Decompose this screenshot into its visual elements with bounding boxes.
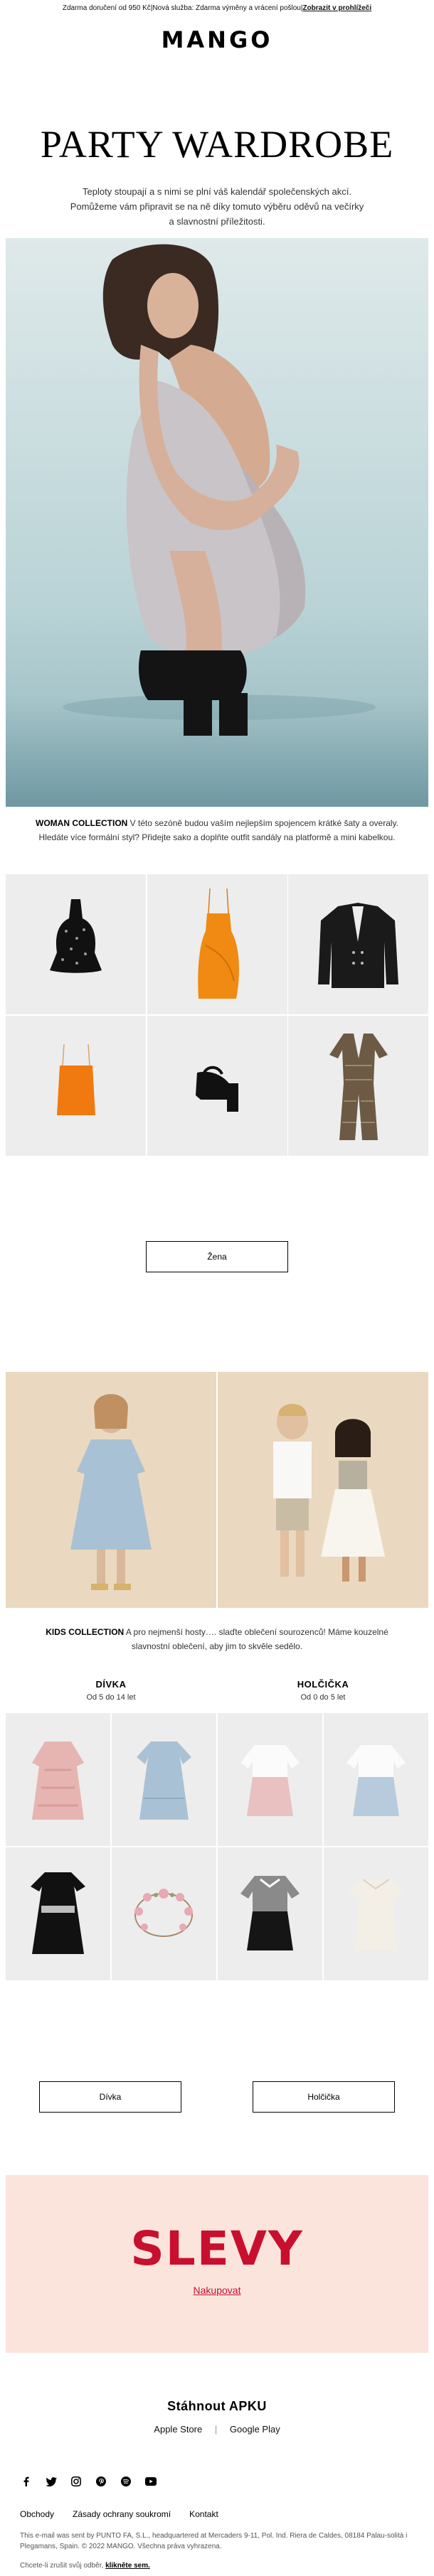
- woman-product-grid: [6, 874, 428, 1156]
- unsubscribe-link[interactable]: klikněte sem.: [105, 2562, 150, 2570]
- woman-button[interactable]: Žena: [146, 1241, 288, 1272]
- free-shipping-text: Zdarma doručení od 950 Kč: [62, 4, 151, 12]
- woman-collection-text: WOMAN COLLECTION V této sezóně budou vaš…: [36, 818, 398, 842]
- footer-links: Obchody Zásady ochrany soukromí Kontakt: [20, 2509, 218, 2519]
- product-orange-cami[interactable]: [6, 1015, 146, 1156]
- product-black-sash-dress[interactable]: [6, 1847, 110, 1980]
- mango-logo[interactable]: MANGO: [0, 26, 434, 53]
- product-checked-black-dress[interactable]: [218, 1847, 322, 1980]
- app-title: Stáhnout APKU: [167, 2399, 267, 2413]
- baby-product-grid: [218, 1713, 428, 1980]
- facebook-icon[interactable]: [20, 2475, 33, 2488]
- kids-photo-girl[interactable]: [6, 1372, 216, 1608]
- instagram-icon[interactable]: [70, 2475, 83, 2488]
- pinterest-icon[interactable]: [95, 2475, 107, 2488]
- contact-link[interactable]: Kontakt: [189, 2509, 218, 2519]
- view-in-browser-link[interactable]: Zobrazit v prohlížeči: [302, 4, 371, 12]
- product-platform-sandal[interactable]: [147, 1015, 287, 1156]
- social-links: [20, 2475, 157, 2488]
- girl-product-grid: [6, 1713, 216, 1980]
- product-black-blazer[interactable]: [288, 874, 428, 1014]
- twitter-icon[interactable]: [45, 2475, 58, 2488]
- sale-banner[interactable]: SLEVY Nakupovat: [6, 2175, 428, 2353]
- product-orange-dress[interactable]: [147, 874, 287, 1014]
- product-blue-tiered-dress[interactable]: [112, 1713, 216, 1846]
- girl-button[interactable]: Dívka: [39, 2081, 181, 2113]
- intro-text: Teploty stoupají a s nimi se plní váš ka…: [70, 186, 364, 227]
- product-sequin-top[interactable]: [6, 874, 146, 1014]
- kids-collection-label: KIDS COLLECTION: [46, 1627, 125, 1637]
- product-pink-ruffle-dress[interactable]: [6, 1713, 110, 1846]
- hero-image[interactable]: [6, 238, 428, 807]
- sale-title: SLEVY: [130, 2221, 304, 2276]
- product-flower-crown[interactable]: [112, 1847, 216, 1980]
- product-white-pink-dress[interactable]: [218, 1713, 322, 1846]
- youtube-icon[interactable]: [144, 2475, 157, 2488]
- girl-title: DÍVKA: [95, 1679, 127, 1690]
- kids-photo-siblings[interactable]: [218, 1372, 428, 1608]
- kids-collection-text: KIDS COLLECTION A pro nejmenší hosty…. s…: [46, 1627, 388, 1651]
- app-section: Stáhnout APKU Apple Store | Google Play: [0, 2399, 434, 2435]
- product-white-blue-dress[interactable]: [324, 1713, 428, 1846]
- privacy-link[interactable]: Zásady ochrany soukromí: [73, 2509, 171, 2519]
- app-links: Apple Store | Google Play: [0, 2424, 434, 2435]
- sale-shop-link[interactable]: Nakupovat: [194, 2285, 241, 2296]
- headline: PARTY WARDROBE: [40, 123, 394, 166]
- baby-button[interactable]: Holčička: [253, 2081, 395, 2113]
- baby-title: HOLČIČKA: [297, 1679, 349, 1690]
- apple-store-link[interactable]: Apple Store: [144, 2424, 212, 2435]
- woman-collection-label: WOMAN COLLECTION: [36, 818, 128, 828]
- kids-photos: [6, 1372, 428, 1608]
- top-bar: Zdarma doručení od 950 Kč | Nová služba:…: [62, 4, 372, 12]
- girl-age: Od 5 do 14 let: [86, 1693, 136, 1702]
- stores-link[interactable]: Obchody: [20, 2509, 54, 2519]
- legal-text: This e-mail was sent by PUNTO FA, S.L., …: [20, 2532, 408, 2550]
- returns-text: Nová služba: Zdarma výměny a vrácení poš…: [152, 4, 301, 12]
- google-play-link[interactable]: Google Play: [220, 2424, 290, 2435]
- product-cream-dress[interactable]: [324, 1847, 428, 1980]
- product-printed-jumpsuit[interactable]: [288, 1015, 428, 1156]
- spotify-icon[interactable]: [120, 2475, 132, 2488]
- email-page: Zdarma doručení od 950 Kč | Nová služba:…: [0, 0, 434, 2576]
- unsubscribe-text: Chcete-li zrušit svůj odběr, klikněte se…: [20, 2562, 150, 2570]
- baby-age: Od 0 do 5 let: [300, 1693, 346, 1702]
